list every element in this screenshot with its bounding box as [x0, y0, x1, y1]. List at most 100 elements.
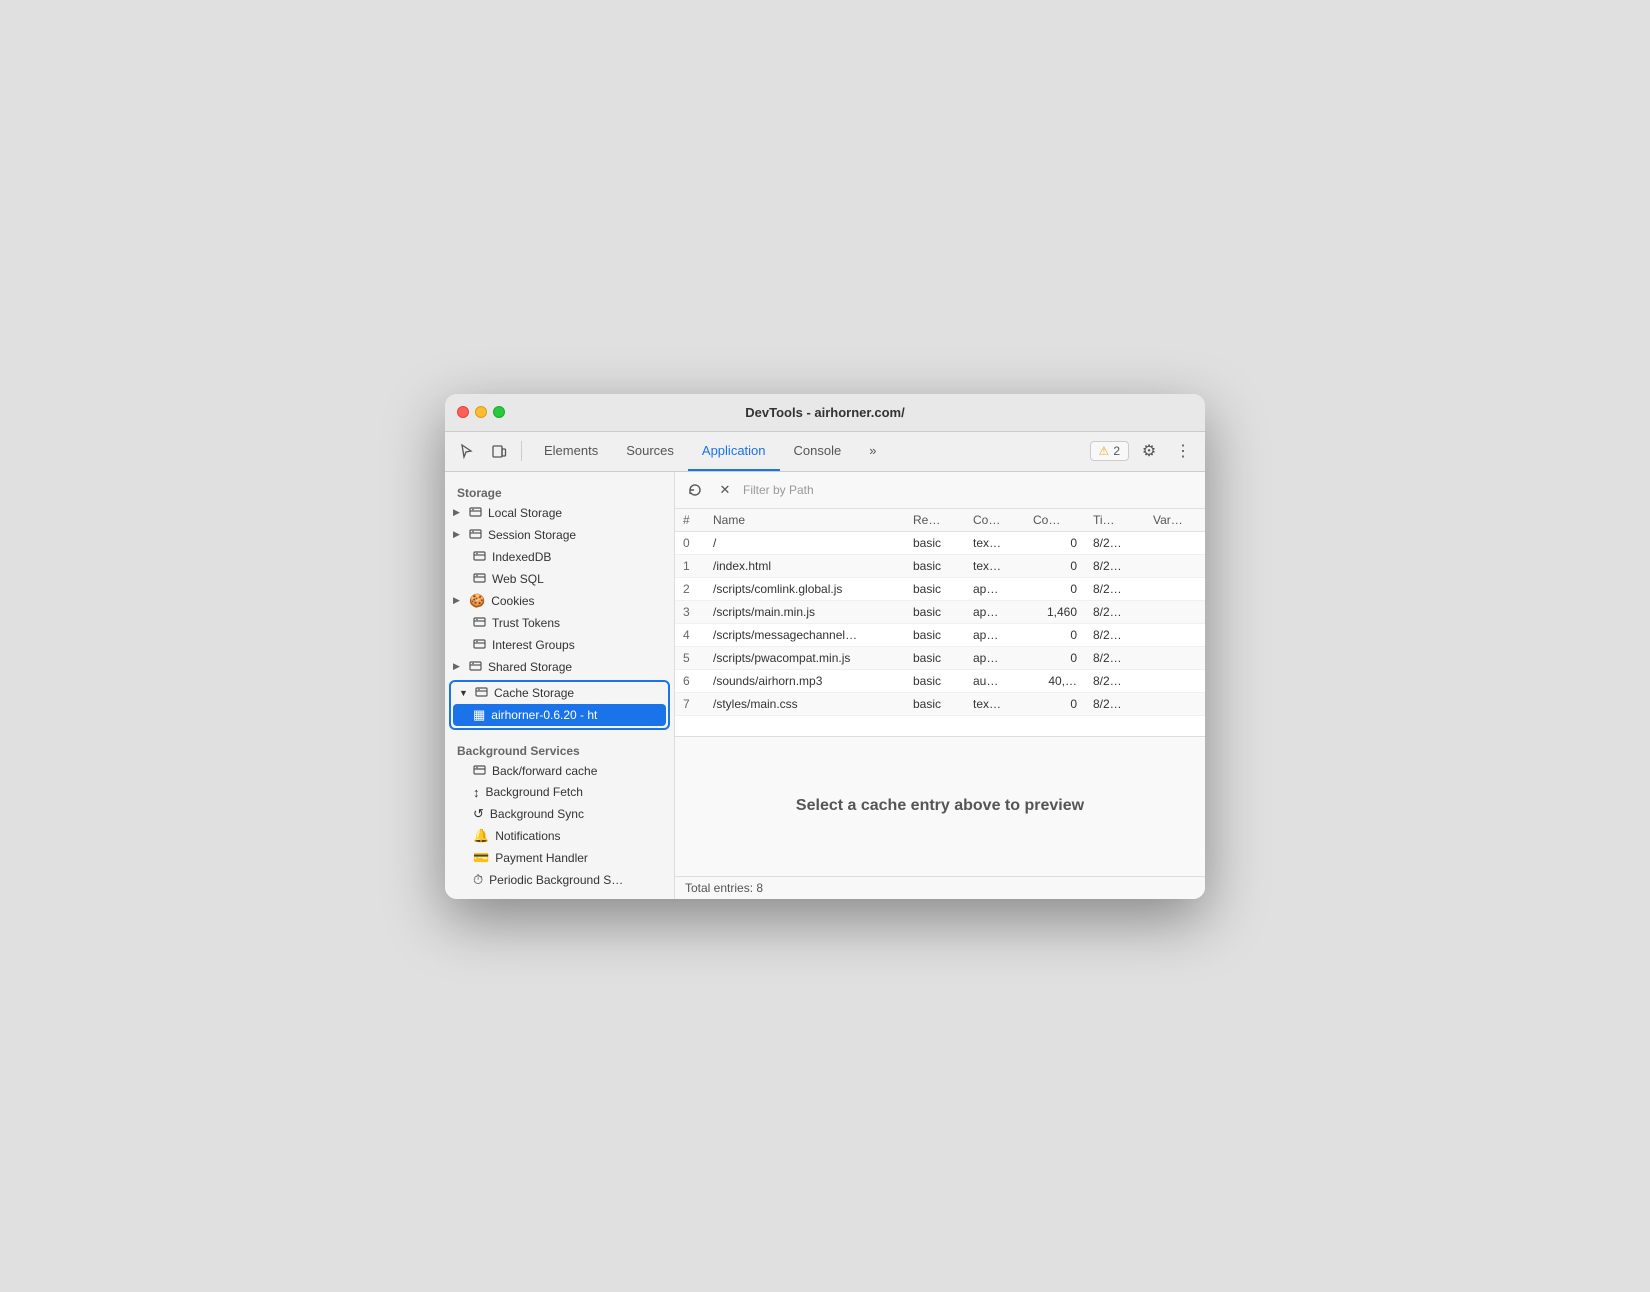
main-panel: ✕ # Name Re… Co… Co… Ti… Var… — [675, 472, 1205, 899]
cell-content-length: 0 — [1025, 577, 1085, 600]
sidebar-item-label: Trust Tokens — [492, 616, 560, 630]
cell-content-length: 1,460 — [1025, 600, 1085, 623]
inspect-element-button[interactable] — [453, 437, 481, 465]
sidebar-item-notifications[interactable]: 🔔 Notifications — [445, 825, 674, 847]
cell-content-length: 0 — [1025, 692, 1085, 715]
sidebar-item-local-storage[interactable]: ▶ Local Storage — [445, 502, 674, 524]
expand-arrow-icon: ▼ — [459, 688, 469, 698]
col-header-response: Re… — [905, 509, 965, 532]
table-row[interactable]: 7 /styles/main.css basic tex… 0 8/2… — [675, 692, 1205, 715]
table-row[interactable]: 0 / basic tex… 0 8/2… — [675, 531, 1205, 554]
sidebar-item-web-sql[interactable]: Web SQL — [445, 568, 674, 590]
table-row[interactable]: 4 /scripts/messagechannel… basic ap… 0 8… — [675, 623, 1205, 646]
background-services-section-label: Background Services — [445, 738, 674, 760]
sidebar-item-periodic-background[interactable]: ⏱ Periodic Background S… — [445, 869, 674, 891]
cell-response: basic — [905, 554, 965, 577]
cell-content-type: tex… — [965, 531, 1025, 554]
cell-response: basic — [905, 577, 965, 600]
storage-section-label: Storage — [445, 480, 674, 502]
cell-time: 8/2… — [1085, 623, 1145, 646]
cell-num: 4 — [675, 623, 705, 646]
clear-button[interactable]: ✕ — [713, 478, 737, 502]
sidebar-item-label: Payment Handler — [495, 851, 588, 865]
indexeddb-icon — [473, 549, 486, 565]
cell-content-type: ap… — [965, 577, 1025, 600]
sidebar-item-session-storage[interactable]: ▶ Session Storage — [445, 524, 674, 546]
warning-count: 2 — [1113, 444, 1120, 458]
table-row[interactable]: 3 /scripts/main.min.js basic ap… 1,460 8… — [675, 600, 1205, 623]
toolbar-right: ⚠ 2 ⚙ ⋮ — [1090, 437, 1197, 465]
preview-section: Select a cache entry above to preview — [675, 736, 1205, 876]
table-row[interactable]: 5 /scripts/pwacompat.min.js basic ap… 0 … — [675, 646, 1205, 669]
col-header-content-type: Co… — [965, 509, 1025, 532]
cache-entry-icon: ▦ — [473, 707, 485, 723]
cell-name: /scripts/main.min.js — [705, 600, 905, 623]
sidebar-item-background-sync[interactable]: ↺ Background Sync — [445, 803, 674, 825]
sidebar-item-trust-tokens[interactable]: Trust Tokens — [445, 612, 674, 634]
cell-name: /scripts/comlink.global.js — [705, 577, 905, 600]
cursor-icon — [459, 443, 475, 459]
sidebar-item-shared-storage[interactable]: ▶ Shared Storage — [445, 656, 674, 678]
expand-arrow-icon: ▶ — [453, 595, 463, 606]
filter-input[interactable] — [743, 483, 1197, 497]
cell-response: basic — [905, 646, 965, 669]
cell-content-type: tex… — [965, 554, 1025, 577]
sidebar-item-label: Background Sync — [490, 807, 584, 821]
sidebar-item-background-fetch[interactable]: ↕ Background Fetch — [445, 782, 674, 803]
cell-content-type: ap… — [965, 600, 1025, 623]
tab-application[interactable]: Application — [688, 431, 780, 471]
cell-name: /styles/main.css — [705, 692, 905, 715]
refresh-button[interactable] — [683, 478, 707, 502]
col-header-time: Ti… — [1085, 509, 1145, 532]
toolbar-divider — [521, 441, 522, 461]
more-options-button[interactable]: ⋮ — [1169, 437, 1197, 465]
sidebar-item-indexeddb[interactable]: IndexedDB — [445, 546, 674, 568]
sidebar-item-cookies[interactable]: ▶ 🍪 Cookies — [445, 590, 674, 612]
sidebar-item-label: Local Storage — [488, 506, 562, 520]
cell-content-length: 40,… — [1025, 669, 1085, 692]
cell-time: 8/2… — [1085, 646, 1145, 669]
col-header-num: # — [675, 509, 705, 532]
cell-response: basic — [905, 600, 965, 623]
cell-name: /scripts/pwacompat.min.js — [705, 646, 905, 669]
payment-handler-icon: 💳 — [473, 850, 489, 866]
cell-content-length: 0 — [1025, 646, 1085, 669]
cache-table-container: # Name Re… Co… Co… Ti… Var… 0 / basic te… — [675, 509, 1205, 736]
device-toggle-button[interactable] — [485, 437, 513, 465]
traffic-lights — [457, 406, 505, 418]
minimize-button[interactable] — [475, 406, 487, 418]
expand-arrow-icon: ▶ — [453, 529, 463, 540]
maximize-button[interactable] — [493, 406, 505, 418]
col-header-name: Name — [705, 509, 905, 532]
close-button[interactable] — [457, 406, 469, 418]
warning-icon: ⚠ — [1099, 444, 1110, 458]
cell-num: 6 — [675, 669, 705, 692]
titlebar: DevTools - airhorner.com/ — [445, 394, 1205, 432]
table-row[interactable]: 2 /scripts/comlink.global.js basic ap… 0… — [675, 577, 1205, 600]
table-row[interactable]: 6 /sounds/airhorn.mp3 basic au… 40,… 8/2… — [675, 669, 1205, 692]
cell-num: 2 — [675, 577, 705, 600]
warning-badge[interactable]: ⚠ 2 — [1090, 441, 1129, 461]
sidebar-item-label: Notifications — [495, 829, 560, 843]
cell-vary — [1145, 623, 1205, 646]
cell-time: 8/2… — [1085, 692, 1145, 715]
sidebar-item-label: IndexedDB — [492, 550, 551, 564]
sidebar-item-cache-storage-child[interactable]: ▦ airhorner-0.6.20 - ht — [453, 704, 666, 726]
table-row[interactable]: 1 /index.html basic tex… 0 8/2… — [675, 554, 1205, 577]
sidebar-item-payment-handler[interactable]: 💳 Payment Handler — [445, 847, 674, 869]
status-bar: Total entries: 8 — [675, 876, 1205, 899]
sidebar-item-back-forward-cache[interactable]: Back/forward cache — [445, 760, 674, 782]
sidebar-item-interest-groups[interactable]: Interest Groups — [445, 634, 674, 656]
tab-sources[interactable]: Sources — [612, 431, 688, 471]
back-forward-cache-icon — [473, 763, 486, 779]
tab-console[interactable]: Console — [780, 431, 856, 471]
sidebar-item-label: Back/forward cache — [492, 764, 597, 778]
device-icon — [491, 443, 507, 459]
settings-button[interactable]: ⚙ — [1135, 437, 1163, 465]
cell-vary — [1145, 692, 1205, 715]
sidebar-item-cache-storage[interactable]: ▼ Cache Storage — [451, 682, 668, 704]
cell-num: 1 — [675, 554, 705, 577]
cell-vary — [1145, 531, 1205, 554]
tab-more[interactable]: » — [855, 431, 890, 471]
tab-elements[interactable]: Elements — [530, 431, 612, 471]
